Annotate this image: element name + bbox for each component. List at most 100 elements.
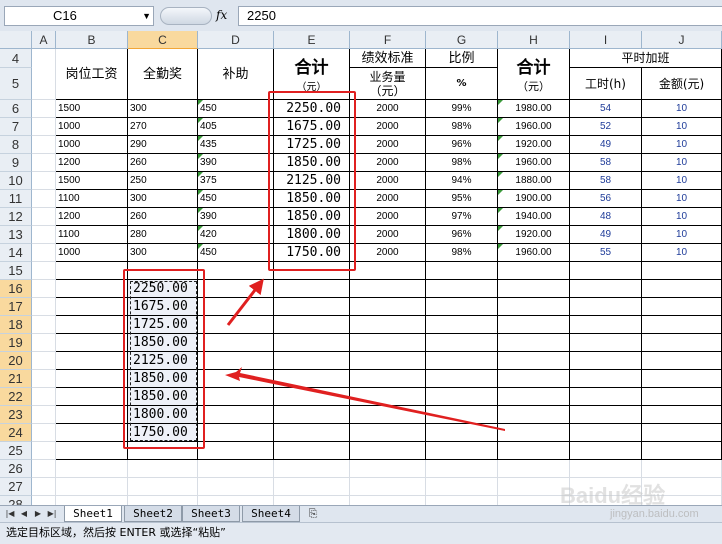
cell-amount[interactable]: 10	[642, 154, 722, 172]
cell[interactable]	[198, 496, 274, 505]
cell[interactable]	[32, 244, 56, 262]
cell-base-salary[interactable]: 1200	[56, 154, 128, 172]
cell[interactable]	[570, 298, 642, 316]
cell-attendance-bonus[interactable]: 260	[128, 154, 198, 172]
column-header-f[interactable]: F	[350, 31, 426, 49]
cell[interactable]	[570, 370, 642, 388]
cell[interactable]	[56, 370, 128, 388]
cell[interactable]	[570, 334, 642, 352]
cell-amount[interactable]: 10	[642, 118, 722, 136]
cell[interactable]	[32, 352, 56, 370]
cell-attendance-bonus[interactable]: 290	[128, 136, 198, 154]
cell[interactable]	[570, 352, 642, 370]
cell[interactable]	[350, 262, 426, 280]
row-header-9[interactable]: 9	[0, 154, 32, 172]
cell[interactable]	[56, 460, 128, 478]
cell[interactable]	[198, 298, 274, 316]
cell[interactable]	[56, 262, 128, 280]
cell-attendance-bonus[interactable]: 300	[128, 244, 198, 262]
row-header-19[interactable]: 19	[0, 334, 32, 352]
column-header-d[interactable]: D	[198, 31, 274, 49]
cell[interactable]	[426, 406, 498, 424]
cell[interactable]	[56, 388, 128, 406]
cell[interactable]	[498, 460, 570, 478]
column-header-a[interactable]: A	[32, 31, 56, 49]
row-header-10[interactable]: 10	[0, 172, 32, 190]
cell-total-h[interactable]: 1900.00	[498, 190, 570, 208]
cell-allowance[interactable]: 390	[198, 154, 274, 172]
cell-base-salary[interactable]: 1000	[56, 118, 128, 136]
cell[interactable]	[32, 370, 56, 388]
cell[interactable]	[32, 100, 56, 118]
cell-attendance-bonus[interactable]: 280	[128, 226, 198, 244]
cell[interactable]	[350, 298, 426, 316]
cell-base-salary[interactable]: 1500	[56, 172, 128, 190]
cell[interactable]	[350, 370, 426, 388]
cell-hours[interactable]: 58	[570, 154, 642, 172]
cell[interactable]	[570, 388, 642, 406]
cell[interactable]	[350, 406, 426, 424]
cell[interactable]	[426, 334, 498, 352]
first-sheet-icon[interactable]: |◀	[4, 507, 16, 521]
cell[interactable]	[198, 334, 274, 352]
row-header-25[interactable]: 25	[0, 442, 32, 460]
cell[interactable]	[498, 424, 570, 442]
cell[interactable]	[198, 370, 274, 388]
cell-ratio[interactable]: 96%	[426, 136, 498, 154]
cell[interactable]	[350, 316, 426, 334]
cell[interactable]	[426, 298, 498, 316]
cell[interactable]	[426, 280, 498, 298]
sheet-tab-4[interactable]: Sheet4	[242, 506, 300, 522]
cell-allowance[interactable]: 405	[198, 118, 274, 136]
cell[interactable]	[350, 478, 426, 496]
cell[interactable]	[274, 370, 350, 388]
cell[interactable]	[274, 460, 350, 478]
cell-amount[interactable]: 10	[642, 244, 722, 262]
cell[interactable]	[32, 334, 56, 352]
cell[interactable]	[274, 316, 350, 334]
cell-ratio[interactable]: 98%	[426, 118, 498, 136]
cell-allowance[interactable]: 375	[198, 172, 274, 190]
cell-hours[interactable]: 56	[570, 190, 642, 208]
row-header-23[interactable]: 23	[0, 406, 32, 424]
cell-total-h[interactable]: 1960.00	[498, 244, 570, 262]
chevron-down-icon[interactable]: ▼	[142, 7, 151, 25]
cell[interactable]	[642, 316, 722, 334]
cell[interactable]	[498, 406, 570, 424]
cell[interactable]	[642, 352, 722, 370]
cell[interactable]	[32, 118, 56, 136]
cell[interactable]	[32, 136, 56, 154]
cell-volume[interactable]: 2000	[350, 100, 426, 118]
cell[interactable]	[32, 226, 56, 244]
cell-amount[interactable]: 10	[642, 100, 722, 118]
cell[interactable]	[642, 460, 722, 478]
row-header-5[interactable]: 5	[0, 68, 32, 100]
cell-volume[interactable]: 2000	[350, 208, 426, 226]
cell-attendance-bonus[interactable]: 300	[128, 190, 198, 208]
cell[interactable]	[426, 460, 498, 478]
cell-total-h[interactable]: 1940.00	[498, 208, 570, 226]
cell[interactable]	[426, 388, 498, 406]
cell[interactable]	[274, 442, 350, 460]
cell[interactable]	[642, 370, 722, 388]
cell-base-salary[interactable]: 1000	[56, 244, 128, 262]
cell-base-salary[interactable]: 1100	[56, 190, 128, 208]
row-header-26[interactable]: 26	[0, 460, 32, 478]
next-sheet-icon[interactable]: ▶	[32, 507, 44, 521]
cell[interactable]	[350, 334, 426, 352]
cell[interactable]	[56, 280, 128, 298]
cell-amount[interactable]: 10	[642, 226, 722, 244]
row-header-18[interactable]: 18	[0, 316, 32, 334]
cell[interactable]	[274, 496, 350, 505]
cell-total-h[interactable]: 1920.00	[498, 136, 570, 154]
cell-attendance-bonus[interactable]: 300	[128, 100, 198, 118]
cell[interactable]	[198, 460, 274, 478]
name-box[interactable]: C16 ▼	[4, 6, 154, 26]
cell[interactable]	[350, 352, 426, 370]
cell-hours[interactable]: 54	[570, 100, 642, 118]
column-header-j[interactable]: J	[642, 31, 722, 49]
column-header-g[interactable]: G	[426, 31, 498, 49]
cell[interactable]	[274, 406, 350, 424]
cell-amount[interactable]: 10	[642, 172, 722, 190]
cell-base-salary[interactable]: 1200	[56, 208, 128, 226]
